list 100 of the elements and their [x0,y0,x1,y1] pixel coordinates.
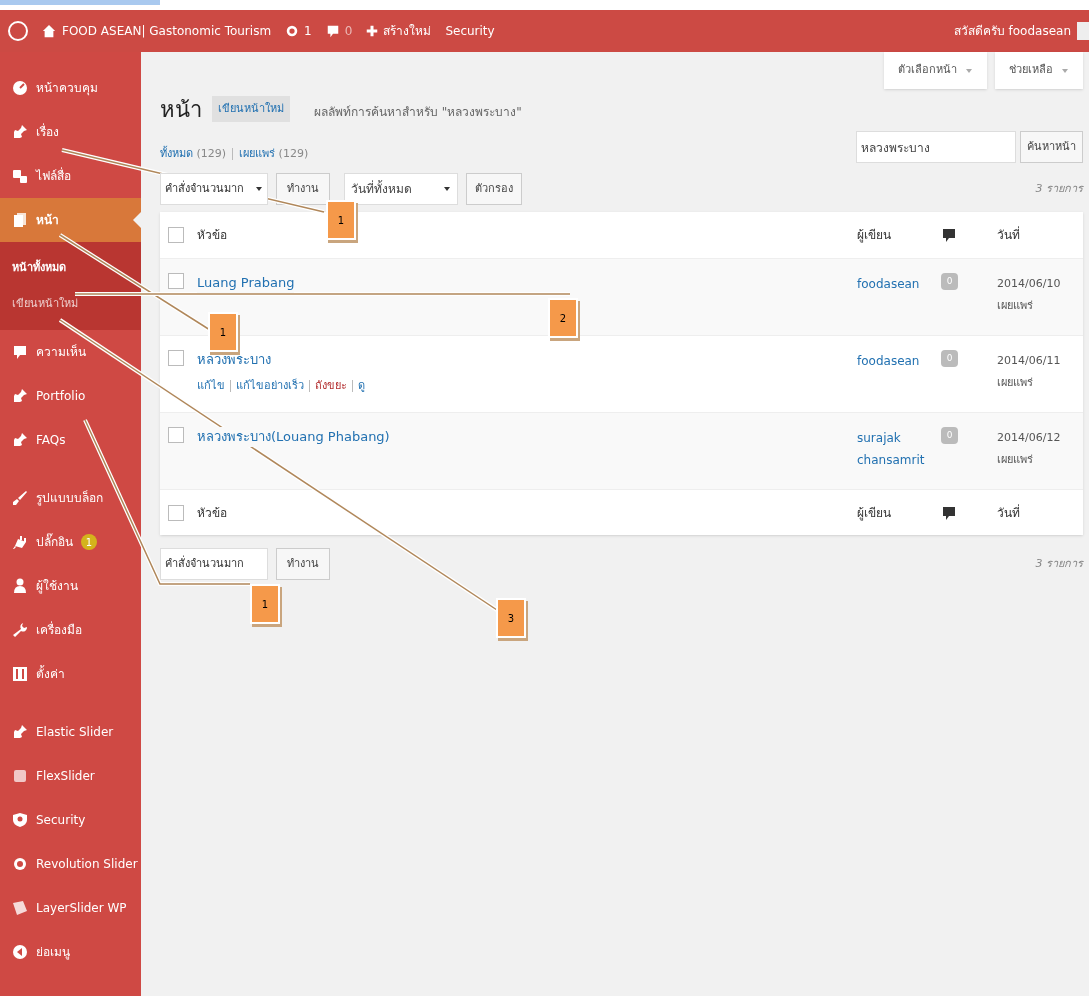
submenu-item[interactable]: หน้าทั้งหมด [0,250,141,286]
plus-icon [366,25,379,37]
wrench-icon [12,622,28,638]
checkbox[interactable] [168,273,184,289]
row-action-link[interactable]: ดู [358,377,365,394]
sidebar-item[interactable]: FAQs [0,418,141,462]
caret-icon [965,66,973,75]
pin-icon [12,432,28,448]
media-icon [12,168,28,184]
pin-icon [12,388,28,404]
sidebar-item[interactable]: เรื่อง [0,110,141,154]
sidebar-item[interactable]: ย่อเมนู [0,930,141,974]
new-link[interactable]: สร้างใหม่ [383,22,432,40]
author-link[interactable]: surajak chansamrit [857,427,941,471]
checkbox[interactable] [168,350,184,366]
sidebar-item[interactable]: ความเห็น [0,330,141,374]
author-link[interactable]: foodasean [857,350,941,372]
avatar-icon [1077,22,1089,40]
sidebar-item[interactable]: Revolution Slider [0,842,141,886]
tab-button[interactable]: ตัวเลือกหน้า [884,52,987,89]
apply-button[interactable]: ทำงาน [276,173,330,205]
sidebar-item[interactable]: ไฟล์สื่อ [0,154,141,198]
pin-icon [12,724,28,740]
update-badge: 1 [81,534,97,550]
sidebar-item[interactable]: Security [0,798,141,842]
row-action-link[interactable]: แก้ไขอย่างเร็ว [236,377,304,394]
sidebar-item[interactable]: Portfolio [0,374,141,418]
submenu-item[interactable]: เขียนหน้าใหม่ [0,286,141,322]
sidebar-item[interactable]: ปลั๊กอิน 1 [0,520,141,564]
date-filter-select[interactable]: วันที่ทั้งหมด [344,173,458,205]
comments-count[interactable]: 0 [344,22,353,40]
site-title-link[interactable]: FOOD ASEAN| Gastonomic Tourism [62,22,272,40]
greeting-link[interactable]: สวัสดีครับ foodasean [953,22,1071,40]
search-results-subtitle: ผลลัพท์การค้นหาสำหรับ "หลวงพระบาง" [314,104,522,121]
callout-badge: 1 [326,200,356,240]
sidebar-item[interactable]: หน้า [0,198,141,242]
column-header: หัวข้อ [197,227,228,244]
item-count: 3 รายการ [1035,180,1083,197]
comment-icon [941,504,957,521]
caret-icon [255,185,263,193]
sidebar-item[interactable]: รูปแบบบล็อก [0,476,141,520]
filter-button[interactable]: ตัวกรอง [466,173,522,205]
apply-button[interactable]: ทำงาน [276,548,330,580]
sidebar-item[interactable]: ตั้งค่า [0,652,141,696]
add-new-button[interactable]: เขียนหน้าใหม่ [212,95,290,123]
status-text: เผยแพร่ [997,375,1034,391]
logo-icon [8,21,28,41]
column-header: วันที่ [997,226,1020,244]
column-header: หัวข้อ [197,504,228,522]
status-text: เผยแพร่ [997,298,1034,314]
filter-link[interactable]: เผยแพร่ (129) [239,145,309,163]
pages-icon [12,212,28,228]
date-text: 2014/06/10 [997,276,1061,292]
checkbox[interactable] [168,227,184,243]
comment-icon [12,344,28,360]
sidebar-item[interactable]: ผู้ใช้งาน [0,564,141,608]
author-link[interactable]: foodasean [857,273,941,295]
security-link[interactable]: Security [445,22,495,40]
page-title-link[interactable]: หลวงพระบาง(Louang Phabang) [197,427,390,447]
plug-icon [12,534,28,550]
sidebar-item[interactable]: LayerSlider WP [0,886,141,930]
shield-icon [12,812,28,828]
caret-icon [1061,66,1069,75]
sidebar-item[interactable]: FlexSlider [0,754,141,798]
column-header: ผู้เขียน [857,227,892,244]
comment-icon [325,24,340,38]
checkbox[interactable] [168,504,184,521]
home-icon [42,24,56,38]
bulk-action-select[interactable]: คำสั่งจำนวนมาก [160,173,268,205]
brush-icon [12,490,28,506]
column-header: วันที่ [997,503,1020,522]
date-text: 2014/06/12 [997,430,1061,446]
sidebar-item[interactable]: Elastic Slider [0,710,141,754]
pin-icon [12,124,28,140]
caret-icon [443,185,451,193]
sidebar-item[interactable]: หน้าควบคุม [0,66,141,110]
callout-badge: 2 [548,298,578,338]
sidebar-item[interactable]: เครื่องมือ [0,608,141,652]
page-title: หน้า [160,95,202,124]
row-action-link[interactable]: ถังขยะ [315,377,347,394]
callout-badge: 1 [250,584,280,624]
search-field[interactable]: หลวงพระบาง [856,131,1016,163]
tab-button[interactable]: ช่วยเหลือ [995,52,1083,89]
comment-icon [941,227,957,243]
date-text: 2014/06/11 [997,353,1061,369]
bulk-action-select[interactable]: คำสั่งจำนวนมาก [160,548,268,580]
comment-count-bubble: 0 [941,350,958,367]
item-count: 3 รายการ [1035,555,1083,572]
user-icon [12,578,28,594]
callout-badge: 1 [208,312,238,352]
checkbox[interactable] [168,427,184,443]
gauge-icon [12,80,28,96]
updates-count[interactable]: 1 [304,22,312,40]
filter-link[interactable]: ทั้งหมด (129) [160,145,227,163]
comment-count-bubble: 0 [941,427,958,444]
column-header: ผู้เขียน [857,504,892,522]
row-action-link[interactable]: แก้ไข [197,377,225,394]
sliders-icon [12,666,28,682]
status-text: เผยแพร่ [997,452,1034,468]
search-button[interactable]: ค้นหาหน้า [1020,131,1083,163]
